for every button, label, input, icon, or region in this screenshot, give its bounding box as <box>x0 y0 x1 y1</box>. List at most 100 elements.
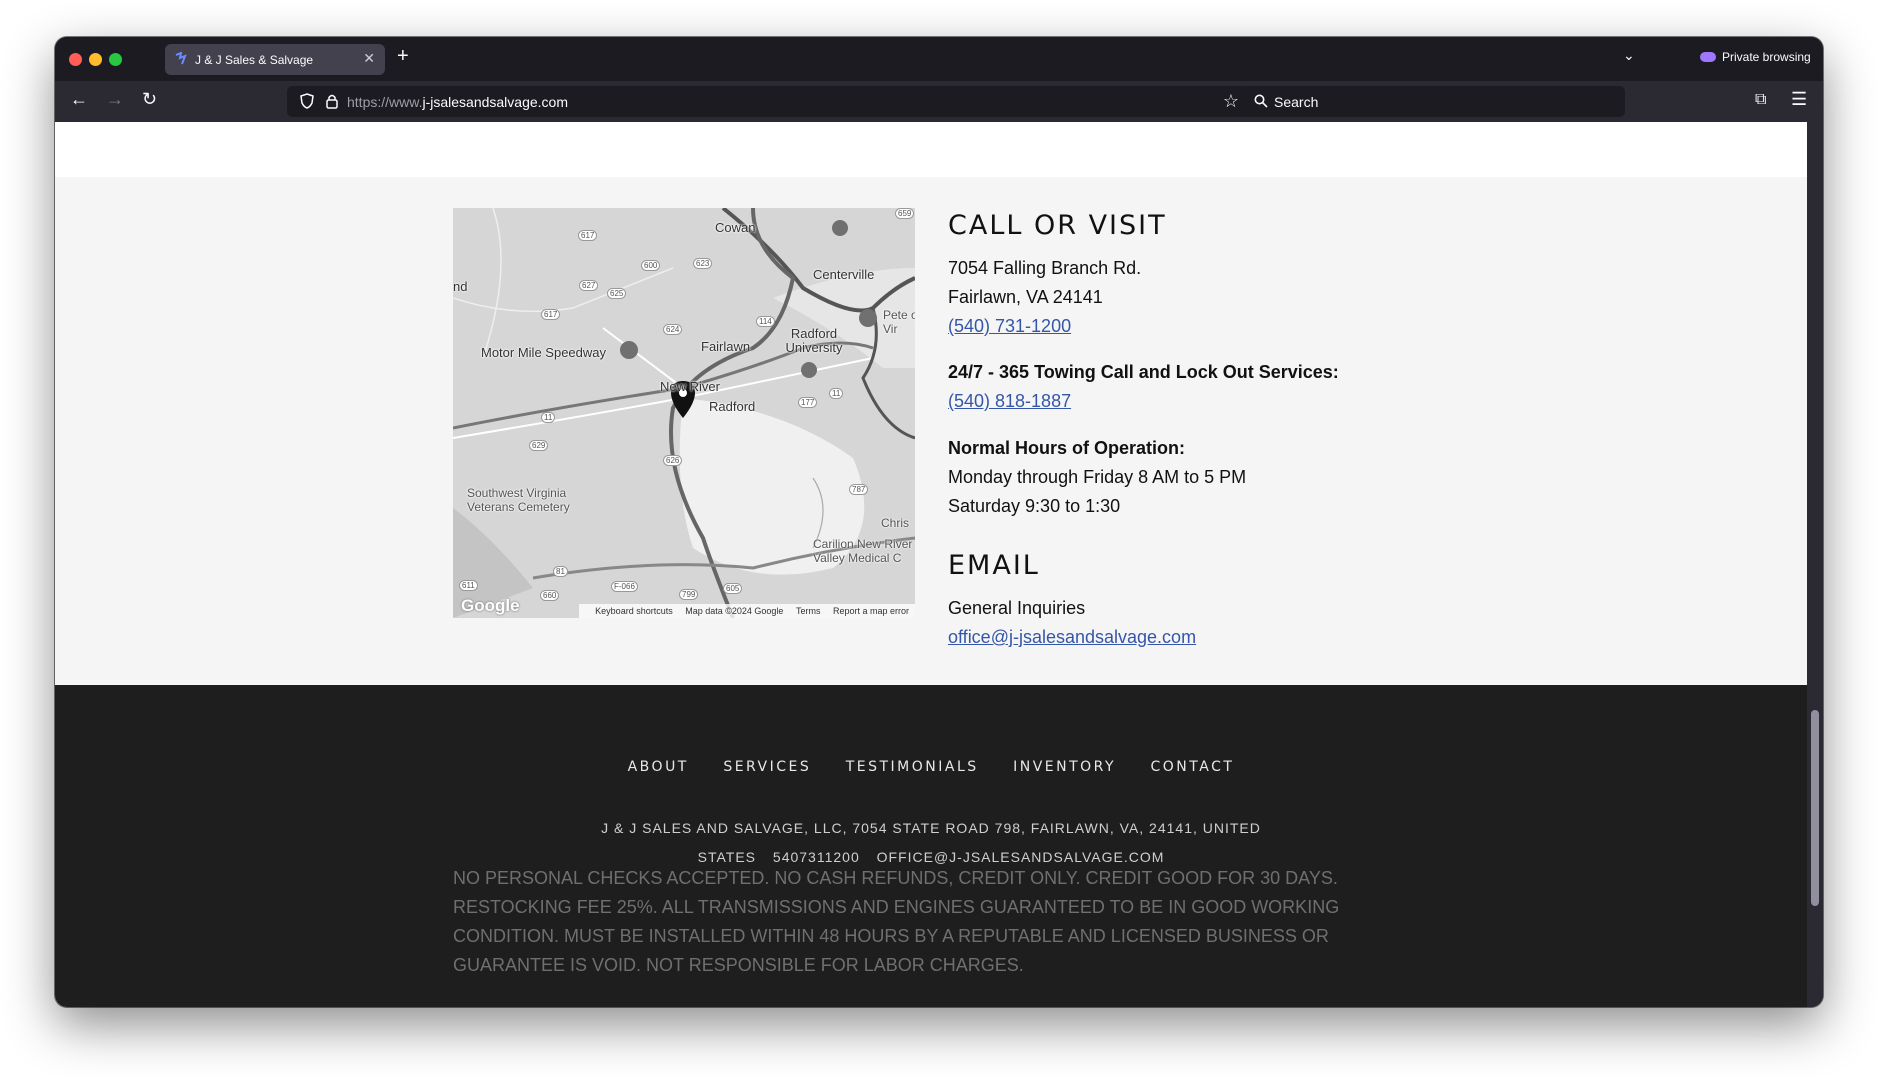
footer-address-country: STATES <box>697 849 757 865</box>
private-mask-icon <box>1700 52 1716 62</box>
map-footer-bar: Keyboard shortcuts Map data ©2024 Google… <box>579 604 915 618</box>
route-shield: 623 <box>693 258 713 269</box>
route-shield: 629 <box>529 440 549 451</box>
reload-button[interactable]: ↻ <box>142 89 157 110</box>
tab-active[interactable]: J & J Sales & Salvage ✕ <box>165 44 385 75</box>
site-favicon-icon <box>175 52 187 65</box>
url-prefix: https://www. <box>347 94 423 110</box>
scrollbar-thumb[interactable] <box>1811 710 1819 906</box>
map-label-motor-mile: Motor Mile Speedway <box>481 345 606 360</box>
map-terms-link[interactable]: Terms <box>796 606 821 616</box>
close-window-button[interactable] <box>69 53 82 66</box>
map-label-nd: nd <box>453 279 468 294</box>
map-poi-marker[interactable] <box>859 309 877 327</box>
route-shield: 114 <box>756 316 775 327</box>
route-shield: 177 <box>798 397 818 408</box>
route-shield: 600 <box>641 260 661 271</box>
map-label-fairlawn: Fairlawn <box>701 339 751 354</box>
footer-address-line-2: STATES 5407311200 OFFICE@J-JSALESANDSALV… <box>55 849 1807 865</box>
phone-link[interactable]: (540) 731-1200 <box>948 316 1071 337</box>
page-scrollbar[interactable] <box>1807 122 1823 1007</box>
url-bar[interactable]: https://www.j-jsalesandsalvage.com ☆ <box>287 86 1249 117</box>
route-shield: 611 <box>459 580 478 591</box>
towing-label: 24/7 - 365 Towing Call and Lock Out Serv… <box>948 362 1339 382</box>
footer-nav-about[interactable]: ABOUT <box>628 759 689 775</box>
private-browsing-indicator: Private browsing <box>1700 50 1811 64</box>
private-browsing-label: Private browsing <box>1722 50 1811 64</box>
tab-close-icon[interactable]: ✕ <box>363 50 375 67</box>
route-shield: 627 <box>579 280 599 291</box>
hours-label: Normal Hours of Operation: <box>948 438 1186 458</box>
map-label-cowan: Cowan <box>715 220 756 235</box>
embedded-map[interactable]: Cowan Centerville Radford University Fai… <box>453 208 915 618</box>
towing-phone-link[interactable]: (540) 818-1887 <box>948 391 1071 412</box>
address-line-2: Fairlawn, VA 24141 <box>948 287 1103 307</box>
route-shield: 617 <box>578 230 598 241</box>
route-shield: 11 <box>541 412 556 423</box>
map-label-centerville: Centerville <box>813 267 875 282</box>
route-shield: 81 <box>553 566 568 577</box>
route-shield: 660 <box>540 590 560 601</box>
map-data-attribution: Map data ©2024 Google <box>685 606 784 616</box>
route-shield: 787 <box>849 484 869 495</box>
new-tab-button[interactable]: + <box>397 45 409 68</box>
hours-saturday: Saturday 9:30 to 1:30 <box>948 496 1121 516</box>
page-viewport: Cowan Centerville Radford University Fai… <box>55 122 1807 1007</box>
bookmark-star-icon[interactable]: ☆ <box>1223 91 1239 112</box>
map-label-carilion: Carilion New River Valley Medical C <box>813 537 913 565</box>
footer-nav-inventory[interactable]: INVENTORY <box>1013 759 1116 775</box>
map-label-sw-va-cemetery: Southwest Virginia Veterans Cemetery <box>467 486 570 514</box>
tab-strip: J & J Sales & Salvage ✕ + ⌄ Private brow… <box>55 37 1823 81</box>
map-keyboard-shortcuts-link[interactable]: Keyboard shortcuts <box>595 606 673 616</box>
minimize-window-button[interactable] <box>89 53 102 66</box>
route-shield: 625 <box>607 288 627 299</box>
forward-button[interactable]: → <box>106 89 124 110</box>
extensions-icon[interactable]: ⧉ <box>1755 91 1766 109</box>
footer-address-line-1: J & J SALES AND SALVAGE, LLC, 7054 STATE… <box>601 820 1261 836</box>
map-label-radford: Radford <box>709 399 756 414</box>
tab-title: J & J Sales & Salvage <box>195 53 314 67</box>
search-bar[interactable]: Search <box>1242 86 1625 117</box>
call-or-visit-heading: CALL OR VISIT <box>948 210 1167 241</box>
footer-phone[interactable]: 5407311200 <box>773 849 860 865</box>
app-menu-icon[interactable]: ☰ <box>1791 89 1807 110</box>
footer-nav: ABOUT SERVICES TESTIMONIALS INVENTORY CO… <box>55 758 1807 776</box>
route-shield: 659 <box>895 208 915 219</box>
url-domain: j-jsalesandsalvage.com <box>422 94 568 110</box>
footer-nav-contact[interactable]: CONTACT <box>1151 759 1235 775</box>
search-placeholder: Search <box>1274 94 1319 110</box>
lock-icon[interactable] <box>325 93 339 109</box>
map-report-error-link[interactable]: Report a map error <box>833 606 909 616</box>
tracking-protection-shield-icon[interactable] <box>299 93 315 109</box>
footer-nav-services[interactable]: SERVICES <box>723 759 811 775</box>
map-poi-marker[interactable] <box>620 341 638 359</box>
maximize-window-button[interactable] <box>109 53 122 66</box>
route-shield: 799 <box>679 589 699 600</box>
route-shield: 624 <box>663 324 683 335</box>
map-label-radford-university: Radford University <box>785 326 843 355</box>
email-heading: EMAIL <box>948 550 1040 581</box>
address-line-1: 7054 Falling Branch Rd. <box>948 258 1142 278</box>
map-label-chris: Chris <box>881 516 910 530</box>
hours-weekday: Monday through Friday 8 AM to 5 PM <box>948 467 1247 487</box>
email-link[interactable]: office@j-jsalesandsalvage.com <box>948 627 1196 648</box>
route-shield: 11 <box>829 388 844 399</box>
email-label: General Inquiries <box>948 598 1086 618</box>
browser-window: J & J Sales & Salvage ✕ + ⌄ Private brow… <box>55 37 1823 1007</box>
site-footer: ABOUT SERVICES TESTIMONIALS INVENTORY CO… <box>55 685 1807 1007</box>
footer-nav-testimonials[interactable]: TESTIMONIALS <box>846 759 979 775</box>
route-shield: 617 <box>541 309 561 320</box>
map-label-pete: Pete of Vir <box>883 308 915 336</box>
route-shield: 626 <box>663 455 683 466</box>
back-button[interactable]: ← <box>70 89 88 110</box>
footer-email[interactable]: OFFICE@J-JSALESANDSALVAGE.COM <box>877 849 1165 865</box>
map-poi-marker[interactable] <box>832 220 848 236</box>
tab-list-chevron-icon[interactable]: ⌄ <box>1623 47 1635 64</box>
footer-policy-notice: NO PERSONAL CHECKS ACCEPTED. NO CASH REF… <box>453 868 1340 975</box>
map-label-new-river: New River <box>660 379 720 394</box>
url-text[interactable]: https://www.j-jsalesandsalvage.com <box>347 94 568 110</box>
route-shield: 605 <box>723 583 743 594</box>
google-logo[interactable]: Google <box>461 596 520 616</box>
map-poi-marker[interactable] <box>801 362 817 378</box>
navigation-toolbar: ← → ↻ https://www.j-jsalesandsalvage.com… <box>55 81 1823 122</box>
